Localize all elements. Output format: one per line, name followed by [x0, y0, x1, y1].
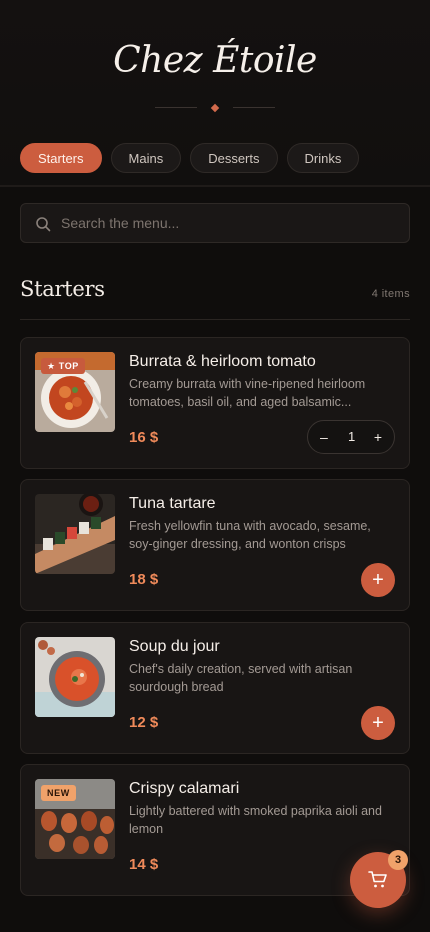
item-title: Soup du jour [129, 638, 220, 655]
header: Chez Étoile Starters Mains Desserts Drin… [0, 0, 430, 186]
tab-mains[interactable]: Mains [110, 143, 182, 173]
shopping-cart-icon [368, 871, 387, 888]
menu-item-card[interactable]: Tuna tartare Fresh yellowfin tuna with a… [20, 479, 410, 611]
cart-count-badge: 3 [388, 850, 408, 870]
new-badge: NEW [41, 785, 76, 801]
header-divider [0, 185, 430, 187]
decrease-button[interactable]: – [320, 421, 328, 453]
section-divider [20, 319, 410, 320]
category-tabs: Starters Mains Desserts Drinks [20, 143, 360, 173]
item-description: Creamy burrata with vine-ripened heirloo… [129, 377, 366, 409]
quantity-stepper: – 1 + [307, 420, 395, 454]
tab-drinks[interactable]: Drinks [286, 143, 360, 173]
diamond-icon [210, 103, 220, 113]
tab-desserts[interactable]: Desserts [190, 143, 278, 173]
dish-image-soup [35, 637, 115, 717]
item-price: 16 $ [129, 429, 159, 446]
dish-image-burrata: ★ TOP [35, 352, 115, 432]
item-price: 14 $ [129, 856, 159, 873]
item-description: Lightly battered with smoked paprika aio… [129, 804, 382, 836]
item-title: Burrata & heirloom tomato [129, 353, 316, 370]
item-description: Fresh yellowfin tuna with avocado, sesam… [129, 519, 371, 551]
search-input[interactable] [61, 204, 401, 242]
top-badge: ★ TOP [41, 358, 85, 374]
search-icon [35, 216, 51, 232]
quantity-value: 1 [348, 429, 356, 444]
item-title: Crispy calamari [129, 780, 240, 797]
brand-ornament [155, 101, 275, 115]
add-to-cart-button[interactable]: + [361, 706, 395, 740]
tab-starters[interactable]: Starters [20, 143, 102, 173]
brand-logo: Chez Étoile [113, 40, 317, 81]
item-price: 18 $ [129, 571, 159, 588]
item-description: Chef's daily creation, served with artis… [129, 662, 353, 694]
item-price: 12 $ [129, 714, 159, 731]
section-title: Starters [20, 277, 105, 301]
add-to-cart-button[interactable]: + [361, 563, 395, 597]
dish-image-calamari: NEW [35, 779, 115, 859]
dish-image-tuna [35, 494, 115, 574]
menu-item-card[interactable]: ★ TOP Burrata & heirloom tomato Creamy b… [20, 337, 410, 469]
menu-item-card[interactable]: Soup du jour Chef's daily creation, serv… [20, 622, 410, 754]
increase-button[interactable]: + [374, 421, 382, 453]
item-title: Tuna tartare [129, 495, 216, 512]
section-item-count: 4 items [371, 288, 410, 300]
search-bar[interactable] [20, 203, 410, 243]
